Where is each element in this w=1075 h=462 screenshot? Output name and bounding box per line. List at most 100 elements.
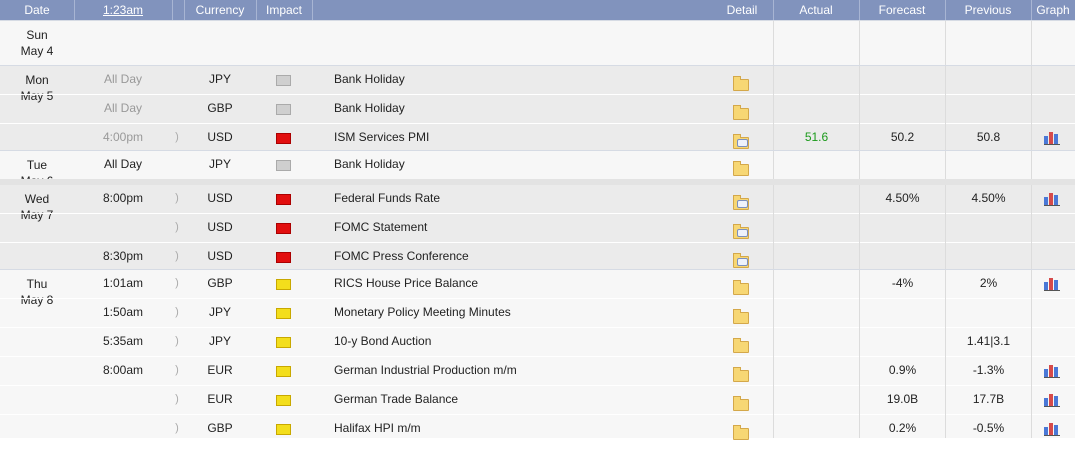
impact-cell [276, 328, 292, 355]
event-time: 8:30pm [102, 249, 144, 263]
header-time-link[interactable]: 1:23am [74, 0, 172, 20]
event-title[interactable]: Bank Holiday [334, 66, 714, 93]
sound-icon[interactable]: ) [170, 299, 184, 326]
forecast-value [860, 299, 945, 326]
sound-icon[interactable]: ) [170, 214, 184, 241]
yellow-impact-icon [276, 279, 291, 290]
detail-folder-icon[interactable] [733, 425, 749, 440]
actual-value [774, 357, 859, 384]
event-title[interactable]: German Trade Balance [334, 386, 714, 413]
event-row[interactable]: 5:35am) JPY 10-y Bond Auction 1.41|3.1 [0, 327, 1075, 356]
event-row[interactable]: 4:00pm) USD ISM Services PMI 51.6 50.2 50.8 [0, 123, 1075, 152]
header-date: Date [24, 3, 50, 17]
graph-icon[interactable] [1044, 276, 1060, 291]
event-title[interactable]: FOMC Statement [334, 214, 714, 241]
impact-cell [276, 185, 292, 212]
event-row[interactable]: ) USD FOMC Statement [0, 213, 1075, 242]
sound-icon[interactable]: ) [170, 243, 184, 270]
event-row[interactable]: All Day JPY Bank Holiday [0, 151, 1075, 179]
event-time: All Day [103, 101, 142, 115]
event-row[interactable]: All Day GBP Bank Holiday [0, 94, 1075, 123]
detail-cell [733, 66, 749, 93]
graph-cell [1044, 357, 1062, 384]
gray-impact-icon [276, 75, 291, 86]
event-time: 8:00pm [102, 191, 144, 205]
detail-folder-icon[interactable] [733, 367, 749, 382]
detail-folder-icon[interactable] [733, 253, 749, 268]
red-impact-icon [276, 194, 291, 205]
calendar-window: Date 1:23am Currency Impact Detail Actua… [0, 0, 1075, 462]
red-impact-icon [276, 223, 291, 234]
yellow-impact-icon [276, 395, 291, 406]
day-group: Thu May 8 1:01am) GBP RICS House Price Balan… [0, 269, 1075, 440]
event-time: 8:00am [102, 363, 144, 377]
detail-cell [733, 243, 749, 270]
day-label: Sun May 4 [0, 27, 74, 59]
detail-folder-icon[interactable] [733, 195, 749, 210]
event-title[interactable]: Bank Holiday [334, 95, 714, 122]
actual-value [774, 386, 859, 413]
sound-icon[interactable]: ) [170, 270, 184, 297]
sound-icon[interactable]: ) [170, 415, 184, 442]
event-row[interactable]: 8:00am) EUR German Industrial Production m… [0, 356, 1075, 385]
sound-icon[interactable]: ) [170, 185, 184, 212]
column-divider [859, 66, 860, 150]
graph-bar [1044, 398, 1048, 406]
event-title[interactable]: Bank Holiday [334, 151, 714, 178]
event-row[interactable]: 1:01am) GBP RICS House Price Balance -4% 2% [0, 270, 1075, 298]
event-title[interactable]: Monetary Policy Meeting Minutes [334, 299, 714, 326]
detail-folder-icon[interactable] [733, 161, 749, 176]
graph-icon[interactable] [1044, 191, 1060, 206]
event-title[interactable]: FOMC Press Conference [334, 243, 714, 270]
sound-icon[interactable]: ) [170, 328, 184, 355]
graph-icon[interactable] [1044, 130, 1060, 145]
detail-folder-icon[interactable] [733, 338, 749, 353]
forecast-value: 0.2% [888, 421, 917, 435]
forecast-value [860, 328, 945, 355]
detail-folder-icon[interactable] [733, 134, 749, 149]
sound-icon[interactable]: ) [170, 386, 184, 413]
impact-cell [276, 66, 292, 93]
detail-folder-icon[interactable] [733, 309, 749, 324]
event-row[interactable]: ) EUR German Trade Balance 19.0B 17.7B [0, 385, 1075, 414]
event-title[interactable]: 10-y Bond Auction [334, 328, 714, 355]
gray-impact-icon [276, 104, 291, 115]
event-row[interactable]: 8:30pm) USD FOMC Press Conference [0, 242, 1075, 271]
event-row[interactable]: 1:50am) JPY Monetary Policy Meeting Minute… [0, 298, 1075, 327]
yellow-impact-icon [276, 308, 291, 319]
graph-bar [1054, 367, 1058, 377]
sound-icon[interactable]: ) [170, 357, 184, 384]
detail-folder-icon[interactable] [733, 76, 749, 91]
forecast-value [860, 151, 945, 178]
detail-folder-icon[interactable] [733, 105, 749, 120]
detail-folder-icon[interactable] [733, 280, 749, 295]
graph-icon[interactable] [1044, 363, 1060, 378]
event-currency: JPY [208, 305, 231, 319]
column-divider [859, 151, 860, 179]
event-time: All Day [103, 72, 142, 86]
previous-value: -1.3% [972, 363, 1005, 377]
event-title[interactable]: Halifax HPI m/m [334, 415, 714, 442]
gray-impact-icon [276, 160, 291, 171]
detail-folder-icon[interactable] [733, 224, 749, 239]
sound-icon[interactable]: ) [170, 124, 184, 151]
day-group: Wed May 7 8:00pm) USD Federal Funds Rate 4.50… [0, 179, 1075, 269]
column-divider [773, 66, 774, 150]
event-title[interactable]: Federal Funds Rate [334, 185, 714, 212]
event-title[interactable]: German Industrial Production m/m [334, 357, 714, 384]
event-time: 5:35am [102, 334, 144, 348]
header-actual: Actual [799, 3, 833, 17]
event-title[interactable]: RICS House Price Balance [334, 270, 714, 297]
event-title[interactable]: ISM Services PMI [334, 124, 714, 151]
graph-bar [1049, 278, 1053, 290]
graph-icon[interactable] [1044, 421, 1060, 436]
event-row[interactable]: 8:00pm) USD Federal Funds Rate 4.50% 4.50% [0, 185, 1075, 213]
event-row[interactable]: All Day JPY Bank Holiday [0, 66, 1075, 94]
event-row[interactable]: ) GBP Halifax HPI m/m 0.2% -0.5% [0, 414, 1075, 443]
graph-icon[interactable] [1044, 392, 1060, 407]
column-divider [945, 66, 946, 150]
impact-cell [276, 243, 292, 270]
graph-cell [1044, 415, 1062, 442]
detail-cell [733, 214, 749, 241]
detail-folder-icon[interactable] [733, 396, 749, 411]
